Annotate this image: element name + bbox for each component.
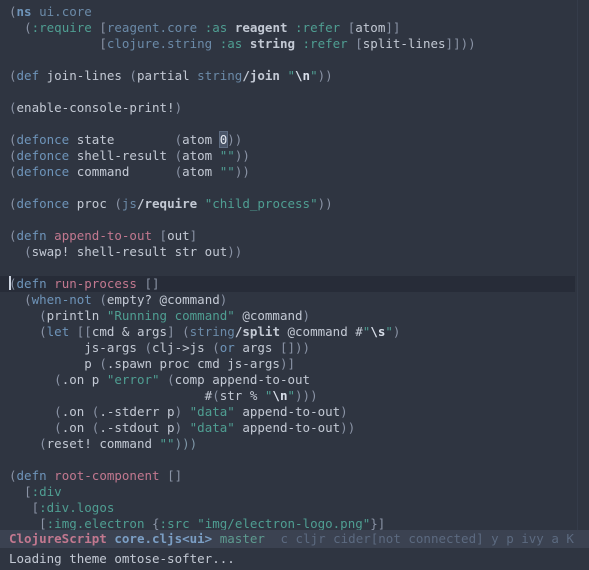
code-line: js-args (clj->js (or args [])) xyxy=(9,340,311,355)
code-line: #(str % "\n"))) xyxy=(9,388,318,403)
token-paren: ( xyxy=(9,4,17,19)
minibuffer-echo-area[interactable]: Loading theme omtose-softer... xyxy=(0,548,589,570)
emacs-frame: (ns ui.core (:require [reagent.core :as … xyxy=(0,0,589,570)
code-line: (defonce command (atom "")) xyxy=(9,164,250,179)
modeline-vc-branch[interactable]: master xyxy=(220,530,265,548)
code-line: (.on p "error" (comp append-to-out xyxy=(54,372,311,387)
code-line: [:div xyxy=(24,484,62,499)
code-line: [:img.electron {:src "img/electron-logo.… xyxy=(39,516,386,530)
token-namespace: ui.core xyxy=(39,4,92,19)
code-line: (reset! command ""))) xyxy=(39,436,198,451)
mode-line[interactable]: ClojureScript core.cljs<ui> master c cljr… xyxy=(0,530,589,548)
code-line: (defonce state (atom 0)) xyxy=(9,131,243,148)
token-keyword: ns xyxy=(16,4,32,19)
code-line: [:div.logos xyxy=(31,500,115,515)
code-line: (:require [reagent.core :as reagent :ref… xyxy=(24,20,401,35)
code-line: [clojure.string :as string :refer [split… xyxy=(99,36,476,51)
token-function-name: root-component xyxy=(54,468,160,483)
current-code-line: (defn run-process [] xyxy=(0,276,575,292)
token-string: " xyxy=(287,68,296,83)
token-function-name: run-process xyxy=(54,276,137,291)
token-function-name: append-to-out xyxy=(54,228,153,243)
code-line: (enable-console-print!) xyxy=(9,100,183,115)
code-line: p (.spawn proc cmd js-args)] xyxy=(9,356,295,371)
code-line: (def join-lines (partial string/join "\n… xyxy=(9,68,333,83)
code-line: (let [[cmd & args] (string/split @comman… xyxy=(39,324,401,339)
code-line: (ns ui.core xyxy=(0,4,589,20)
modeline-buffer-name[interactable]: core.cljs<ui> xyxy=(114,530,212,548)
code-buffer[interactable]: (ns ui.core (:require [reagent.core :as … xyxy=(0,0,589,530)
code-line: (defn root-component [] xyxy=(9,468,183,483)
token-keyword: def xyxy=(16,68,40,83)
code-line: (defonce proc (js/require "child_process… xyxy=(9,196,333,211)
code-line: (.on (.-stdout p) "data" append-to-out)) xyxy=(54,420,356,435)
code-line: (defonce shell-result (atom "")) xyxy=(9,148,250,163)
code-line: (println "Running command" @command) xyxy=(39,308,311,323)
modeline-minor-modes[interactable]: c cljr cider[not connected] y p ivy a K xyxy=(280,530,574,548)
modeline-major-mode: ClojureScript xyxy=(9,531,107,546)
code-line: (defn append-to-out [out] xyxy=(9,228,198,243)
code-line: (swap! shell-result str out)) xyxy=(24,244,243,259)
token-keyword-literal: :require xyxy=(31,20,92,35)
code-line: (.on (.-stderr p) "data" append-to-out) xyxy=(54,404,348,419)
code-line: (when-not (empty? @command) xyxy=(24,292,228,307)
